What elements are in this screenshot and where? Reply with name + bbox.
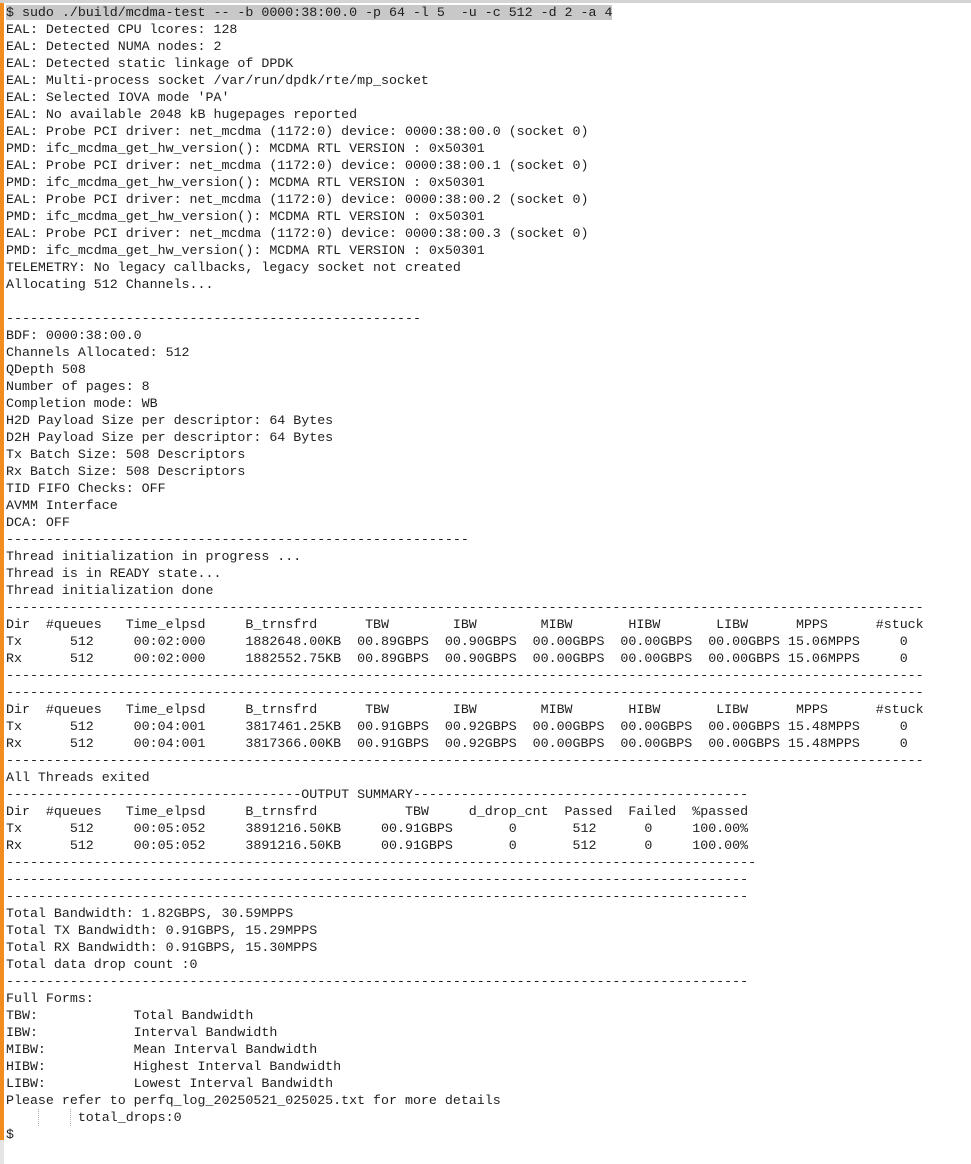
terminal-line: LIBW: Lowest Interval Bandwidth <box>6 1076 334 1091</box>
terminal-line: Full Forms: <box>6 991 94 1006</box>
terminal-line: Rx 512 00:05:052 3891216.50KB 00.91GBPS … <box>6 838 749 853</box>
shell-prompt: $ <box>6 1127 14 1142</box>
terminal-line: ----------------------------------------… <box>6 311 421 326</box>
terminal-line: Thread initialization done <box>6 583 214 598</box>
terminal-line: AVMM Interface <box>6 498 118 513</box>
command-text: $ sudo ./build/mcdma-test -- -b 0000:38:… <box>6 5 613 20</box>
terminal-line: Dir #queues Time_elpsd B_trnsfrd TBW IBW… <box>6 702 924 717</box>
indent-guide <box>38 1109 39 1126</box>
terminal-line: Tx 512 00:04:001 3817461.25KB 00.91GBPS … <box>6 719 908 734</box>
terminal-line: D2H Payload Size per descriptor: 64 Byte… <box>6 430 334 445</box>
terminal-line: EAL: Selected IOVA mode 'PA' <box>6 90 230 105</box>
terminal-line: -------------------------------------OUT… <box>6 787 749 802</box>
terminal-line: Rx 512 00:02:000 1882552.75KB 00.89GBPS … <box>6 651 908 666</box>
terminal-line: Number of pages: 8 <box>6 379 150 394</box>
terminal-line: Tx 512 00:02:000 1882648.00KB 00.89GBPS … <box>6 634 908 649</box>
terminal-line: Rx 512 00:04:001 3817366.00KB 00.91GBPS … <box>6 736 908 751</box>
terminal-line: total_drops:0 <box>6 1110 182 1125</box>
terminal-line: Completion mode: WB <box>6 396 158 411</box>
terminal-line: Tx 512 00:05:052 3891216.50KB 00.91GBPS … <box>6 821 749 836</box>
terminal-line: Thread initialization in progress ... <box>6 549 302 564</box>
terminal-line: PMD: ifc_mcdma_get_hw_version(): MCDMA R… <box>6 175 485 190</box>
terminal-line: Rx Batch Size: 508 Descriptors <box>6 464 246 479</box>
terminal-line: TELEMETRY: No legacy callbacks, legacy s… <box>6 260 461 275</box>
indent-guide <box>70 1109 71 1126</box>
terminal-line: Please refer to perfq_log_20250521_02502… <box>6 1093 501 1108</box>
terminal-line: ----------------------------------------… <box>6 668 924 683</box>
terminal-line: PMD: ifc_mcdma_get_hw_version(): MCDMA R… <box>6 209 485 224</box>
terminal-line: Total RX Bandwidth: 0.91GBPS, 15.30MPPS <box>6 940 318 955</box>
terminal-line: Tx Batch Size: 508 Descriptors <box>6 447 246 462</box>
terminal-line: EAL: Probe PCI driver: net_mcdma (1172:0… <box>6 226 589 241</box>
terminal-line: EAL: Multi-process socket /var/run/dpdk/… <box>6 73 429 88</box>
terminal-line: QDepth 508 <box>6 362 86 377</box>
terminal-line: ----------------------------------------… <box>6 872 749 887</box>
terminal-line: EAL: Probe PCI driver: net_mcdma (1172:0… <box>6 192 589 207</box>
terminal-line: Thread is in READY state... <box>6 566 222 581</box>
terminal-line: EAL: Probe PCI driver: net_mcdma (1172:0… <box>6 124 589 139</box>
terminal-line: Total TX Bandwidth: 0.91GBPS, 15.29MPPS <box>6 923 318 938</box>
command-line: $ sudo ./build/mcdma-test -- -b 0000:38:… <box>6 4 924 21</box>
terminal-line: Allocating 512 Channels... <box>6 277 214 292</box>
terminal-line: DCA: OFF <box>6 515 70 530</box>
terminal-line: EAL: No available 2048 kB hugepages repo… <box>6 107 358 122</box>
terminal-line: ----------------------------------------… <box>6 855 757 870</box>
terminal-line: HIBW: Highest Interval Bandwidth <box>6 1059 342 1074</box>
window-top-border <box>0 0 971 3</box>
terminal-line: EAL: Detected static linkage of DPDK <box>6 56 294 71</box>
terminal-line: All Threads exited <box>6 770 150 785</box>
terminal-line: Total data drop count :0 <box>6 957 198 972</box>
margin-bar-empty <box>0 1140 4 1164</box>
terminal-line: TBW: Total Bandwidth <box>6 1008 254 1023</box>
terminal-line: MIBW: Mean Interval Bandwidth <box>6 1042 318 1057</box>
terminal-line: IBW: Interval Bandwidth <box>6 1025 278 1040</box>
terminal-line: ----------------------------------------… <box>6 532 469 547</box>
terminal-line: H2D Payload Size per descriptor: 64 Byte… <box>6 413 334 428</box>
terminal-line: ----------------------------------------… <box>6 889 749 904</box>
terminal-line: ----------------------------------------… <box>6 600 924 615</box>
terminal-line: EAL: Detected NUMA nodes: 2 <box>6 39 222 54</box>
terminal-line: PMD: ifc_mcdma_get_hw_version(): MCDMA R… <box>6 243 485 258</box>
active-margin-bar <box>0 3 4 1140</box>
terminal-line: ----------------------------------------… <box>6 685 924 700</box>
terminal-line: ----------------------------------------… <box>6 753 924 768</box>
terminal-line: EAL: Detected CPU lcores: 128 <box>6 22 238 37</box>
terminal-line: Dir #queues Time_elpsd B_trnsfrd TBW IBW… <box>6 617 924 632</box>
terminal-line: EAL: Probe PCI driver: net_mcdma (1172:0… <box>6 158 589 173</box>
terminal-line: BDF: 0000:38:00.0 <box>6 328 142 343</box>
terminal-line: ----------------------------------------… <box>6 974 749 989</box>
terminal-line: TID FIFO Checks: OFF <box>6 481 166 496</box>
terminal-line: Channels Allocated: 512 <box>6 345 190 360</box>
terminal-output[interactable]: $ sudo ./build/mcdma-test -- -b 0000:38:… <box>6 4 924 1143</box>
terminal-line: Total Bandwidth: 1.82GBPS, 30.59MPPS <box>6 906 294 921</box>
terminal-line: PMD: ifc_mcdma_get_hw_version(): MCDMA R… <box>6 141 485 156</box>
terminal-line: Dir #queues Time_elpsd B_trnsfrd TBW d_d… <box>6 804 749 819</box>
